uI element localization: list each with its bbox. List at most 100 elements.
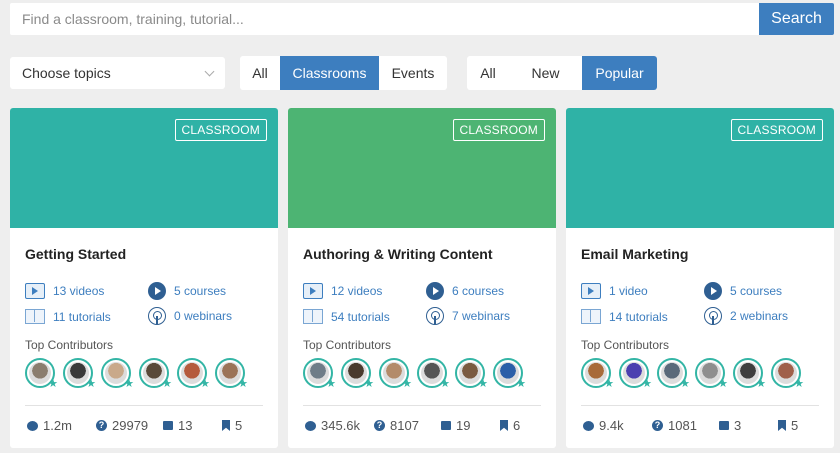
webinars-count: 2 webinars: [730, 309, 789, 323]
contributor-avatar[interactable]: ★: [417, 358, 450, 390]
contributor-avatar[interactable]: ★: [695, 358, 728, 390]
card-banner[interactable]: CLASSROOM: [10, 108, 278, 228]
classroom-card[interactable]: CLASSROOM Getting Started 13 videos 5 co…: [10, 108, 278, 448]
chevron-down-icon: [204, 66, 215, 76]
star-icon: ★: [604, 378, 614, 390]
tab-type-events[interactable]: Events: [379, 56, 447, 90]
type-filter-tabs: All Classrooms Events: [240, 56, 447, 90]
classroom-badge: CLASSROOM: [174, 119, 267, 141]
contributor-avatar[interactable]: ★: [101, 358, 134, 390]
search-input[interactable]: [10, 3, 759, 35]
contributor-avatar[interactable]: ★: [25, 358, 58, 390]
bookmarks-count: 5: [235, 418, 243, 433]
star-icon: ★: [756, 378, 766, 390]
videos-link[interactable]: 12 videos: [303, 283, 382, 299]
contributors-list: ★ ★ ★ ★ ★ ★: [303, 358, 526, 390]
tutorials-count: 11 tutorials: [53, 309, 111, 324]
comment-bubble-icon: [583, 420, 594, 431]
top-contributors-label: Top Contributors: [25, 338, 114, 352]
star-icon: ★: [200, 378, 210, 390]
tab-type-all[interactable]: All: [240, 56, 280, 90]
star-icon: ★: [642, 378, 652, 390]
tab-sort-all[interactable]: All: [467, 56, 509, 90]
broadcast-icon: [704, 307, 722, 325]
contributor-avatar[interactable]: ★: [215, 358, 248, 390]
divider: [581, 405, 819, 406]
classroom-badge: CLASSROOM: [730, 119, 823, 141]
contributor-avatar[interactable]: ★: [341, 358, 374, 390]
star-icon: ★: [364, 378, 374, 390]
card-banner[interactable]: CLASSROOM: [288, 108, 556, 228]
tab-type-classrooms[interactable]: Classrooms: [280, 56, 379, 90]
contributor-avatar[interactable]: ★: [455, 358, 488, 390]
comments-count: 1.2m: [43, 418, 72, 433]
questions-count: 1081: [668, 418, 697, 433]
tutorials-link[interactable]: 11 tutorials: [25, 309, 111, 324]
divider: [25, 405, 263, 406]
book-icon: [303, 309, 323, 324]
items-count: 3: [734, 418, 742, 433]
contributor-avatar[interactable]: ★: [379, 358, 412, 390]
tutorials-link[interactable]: 14 tutorials: [581, 309, 668, 324]
search-button[interactable]: Search: [759, 3, 834, 35]
courses-link[interactable]: 5 courses: [148, 282, 226, 300]
contributor-avatar[interactable]: ★: [771, 358, 804, 390]
courses-link[interactable]: 6 courses: [426, 282, 504, 300]
contributor-avatar[interactable]: ★: [63, 358, 96, 390]
tutorials-link[interactable]: 54 tutorials: [303, 309, 390, 324]
star-icon: ★: [794, 378, 804, 390]
webinars-link[interactable]: 7 webinars: [426, 307, 510, 325]
star-icon: ★: [326, 378, 336, 390]
items-stat: 13: [163, 418, 192, 433]
comments-count: 345.6k: [321, 418, 361, 433]
questions-stat: ? 1081: [652, 418, 697, 433]
contributor-avatar[interactable]: ★: [139, 358, 172, 390]
questions-count: 8107: [390, 418, 419, 433]
classroom-card[interactable]: CLASSROOM Authoring & Writing Content 12…: [288, 108, 556, 448]
contributor-avatar[interactable]: ★: [657, 358, 690, 390]
videos-count: 1 video: [609, 284, 648, 298]
comments-count: 9.4k: [599, 418, 624, 433]
comment-bubble-icon: [27, 420, 38, 431]
book-icon: [581, 309, 601, 324]
webinars-link[interactable]: 0 webinars: [148, 307, 232, 325]
courses-count: 5 courses: [174, 284, 227, 298]
videos-link[interactable]: 1 video: [581, 283, 648, 299]
bookmark-icon: [778, 420, 786, 431]
contributor-avatar[interactable]: ★: [177, 358, 210, 390]
contributor-avatar[interactable]: ★: [493, 358, 526, 390]
divider: [303, 405, 541, 406]
webinars-count: 0 webinars: [174, 309, 233, 323]
webinars-link[interactable]: 2 webinars: [704, 307, 788, 325]
star-icon: ★: [402, 378, 412, 390]
contributor-avatar[interactable]: ★: [303, 358, 336, 390]
card-title[interactable]: Getting Started: [25, 246, 126, 262]
card-banner[interactable]: CLASSROOM: [566, 108, 834, 228]
courses-link[interactable]: 5 courses: [704, 282, 782, 300]
items-count: 19: [456, 418, 471, 433]
tab-sort-new[interactable]: New: [509, 56, 582, 90]
card-title[interactable]: Email Marketing: [581, 246, 688, 262]
topics-dropdown[interactable]: Choose topics: [10, 57, 225, 89]
contributor-avatar[interactable]: ★: [581, 358, 614, 390]
classroom-card[interactable]: CLASSROOM Email Marketing 1 video 5 cour…: [566, 108, 834, 448]
contributor-avatar[interactable]: ★: [733, 358, 766, 390]
contributor-avatar[interactable]: ★: [619, 358, 652, 390]
videos-link[interactable]: 13 videos: [25, 283, 104, 299]
question-icon: ?: [96, 420, 107, 431]
search-bar: Search: [10, 3, 834, 35]
tab-sort-popular[interactable]: Popular: [582, 56, 657, 90]
topics-dropdown-label: Choose topics: [22, 65, 111, 81]
bookmarks-count: 5: [791, 418, 799, 433]
items-stat: 19: [441, 418, 470, 433]
bookmarks-stat: 6: [500, 418, 520, 433]
questions-count: 29979: [112, 418, 149, 433]
bookmark-icon: [500, 420, 508, 431]
bookmarks-stat: 5: [778, 418, 798, 433]
classroom-badge: CLASSROOM: [452, 119, 545, 141]
tutorials-count: 14 tutorials: [609, 309, 668, 324]
video-icon: [303, 283, 323, 299]
card-title[interactable]: Authoring & Writing Content: [303, 246, 492, 262]
contributors-list: ★ ★ ★ ★ ★ ★: [25, 358, 248, 390]
top-contributors-label: Top Contributors: [581, 338, 670, 352]
